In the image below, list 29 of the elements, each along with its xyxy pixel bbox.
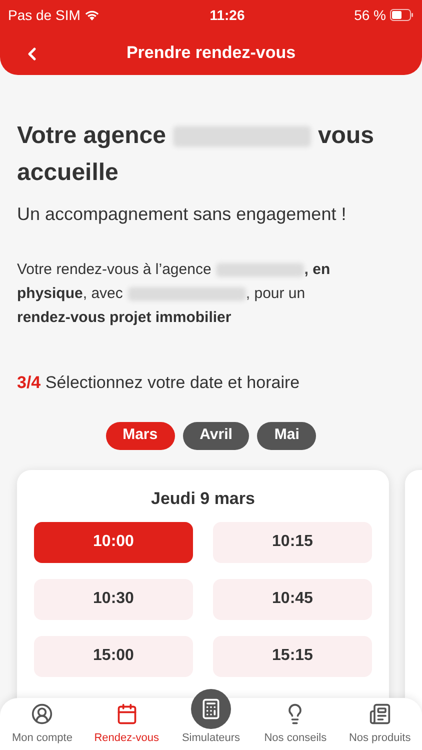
account-icon [31,702,54,724]
nav-tab[interactable]: Rendez-vous [84,698,169,750]
nav-tab[interactable]: Nos conseils [253,698,338,750]
calendar-icon [116,702,138,724]
time-slot[interactable]: 10:30 [34,578,193,620]
month-tab[interactable]: Mars [106,422,175,450]
nav-tab[interactable]: Simulateurs [168,684,254,750]
month-tab[interactable]: Avril [182,422,250,450]
battery-label: 56 % [354,6,386,24]
time-slot[interactable]: 15:00 [34,636,193,676]
time-slot[interactable]: 10:00 [34,522,193,562]
time-slot[interactable]: 10:45 [213,578,372,620]
clock-label: 11:26 [210,6,245,24]
day-title: Jeudi 9 mars [151,488,255,508]
carrier-label: Pas de SIM [8,6,80,24]
page-heading: Votre agence vous accueille [17,121,375,188]
calculator-icon [200,698,222,720]
time-slot[interactable]: 15:15 [213,636,372,676]
wifi-icon [84,9,100,21]
step-title: 3/4 Sélectionnez votre date et horaire [17,372,301,394]
battery-icon [390,9,414,21]
subtitle-text: Un accompagnement sans engagement ! [17,203,348,226]
time-slot[interactable]: 10:15 [213,522,372,562]
header-title: Prendre rendez-vous [126,42,296,64]
month-tab[interactable]: Mai [257,422,316,450]
nav-tab[interactable]: Mon compte [0,698,84,750]
appointment-summary: Votre rendez-vous à l’agence , en physique, avec , pour un rendez-vous projet immobilier [17,260,332,328]
newspaper-icon [368,702,391,724]
nav-tab[interactable]: Nos produits [338,698,422,750]
